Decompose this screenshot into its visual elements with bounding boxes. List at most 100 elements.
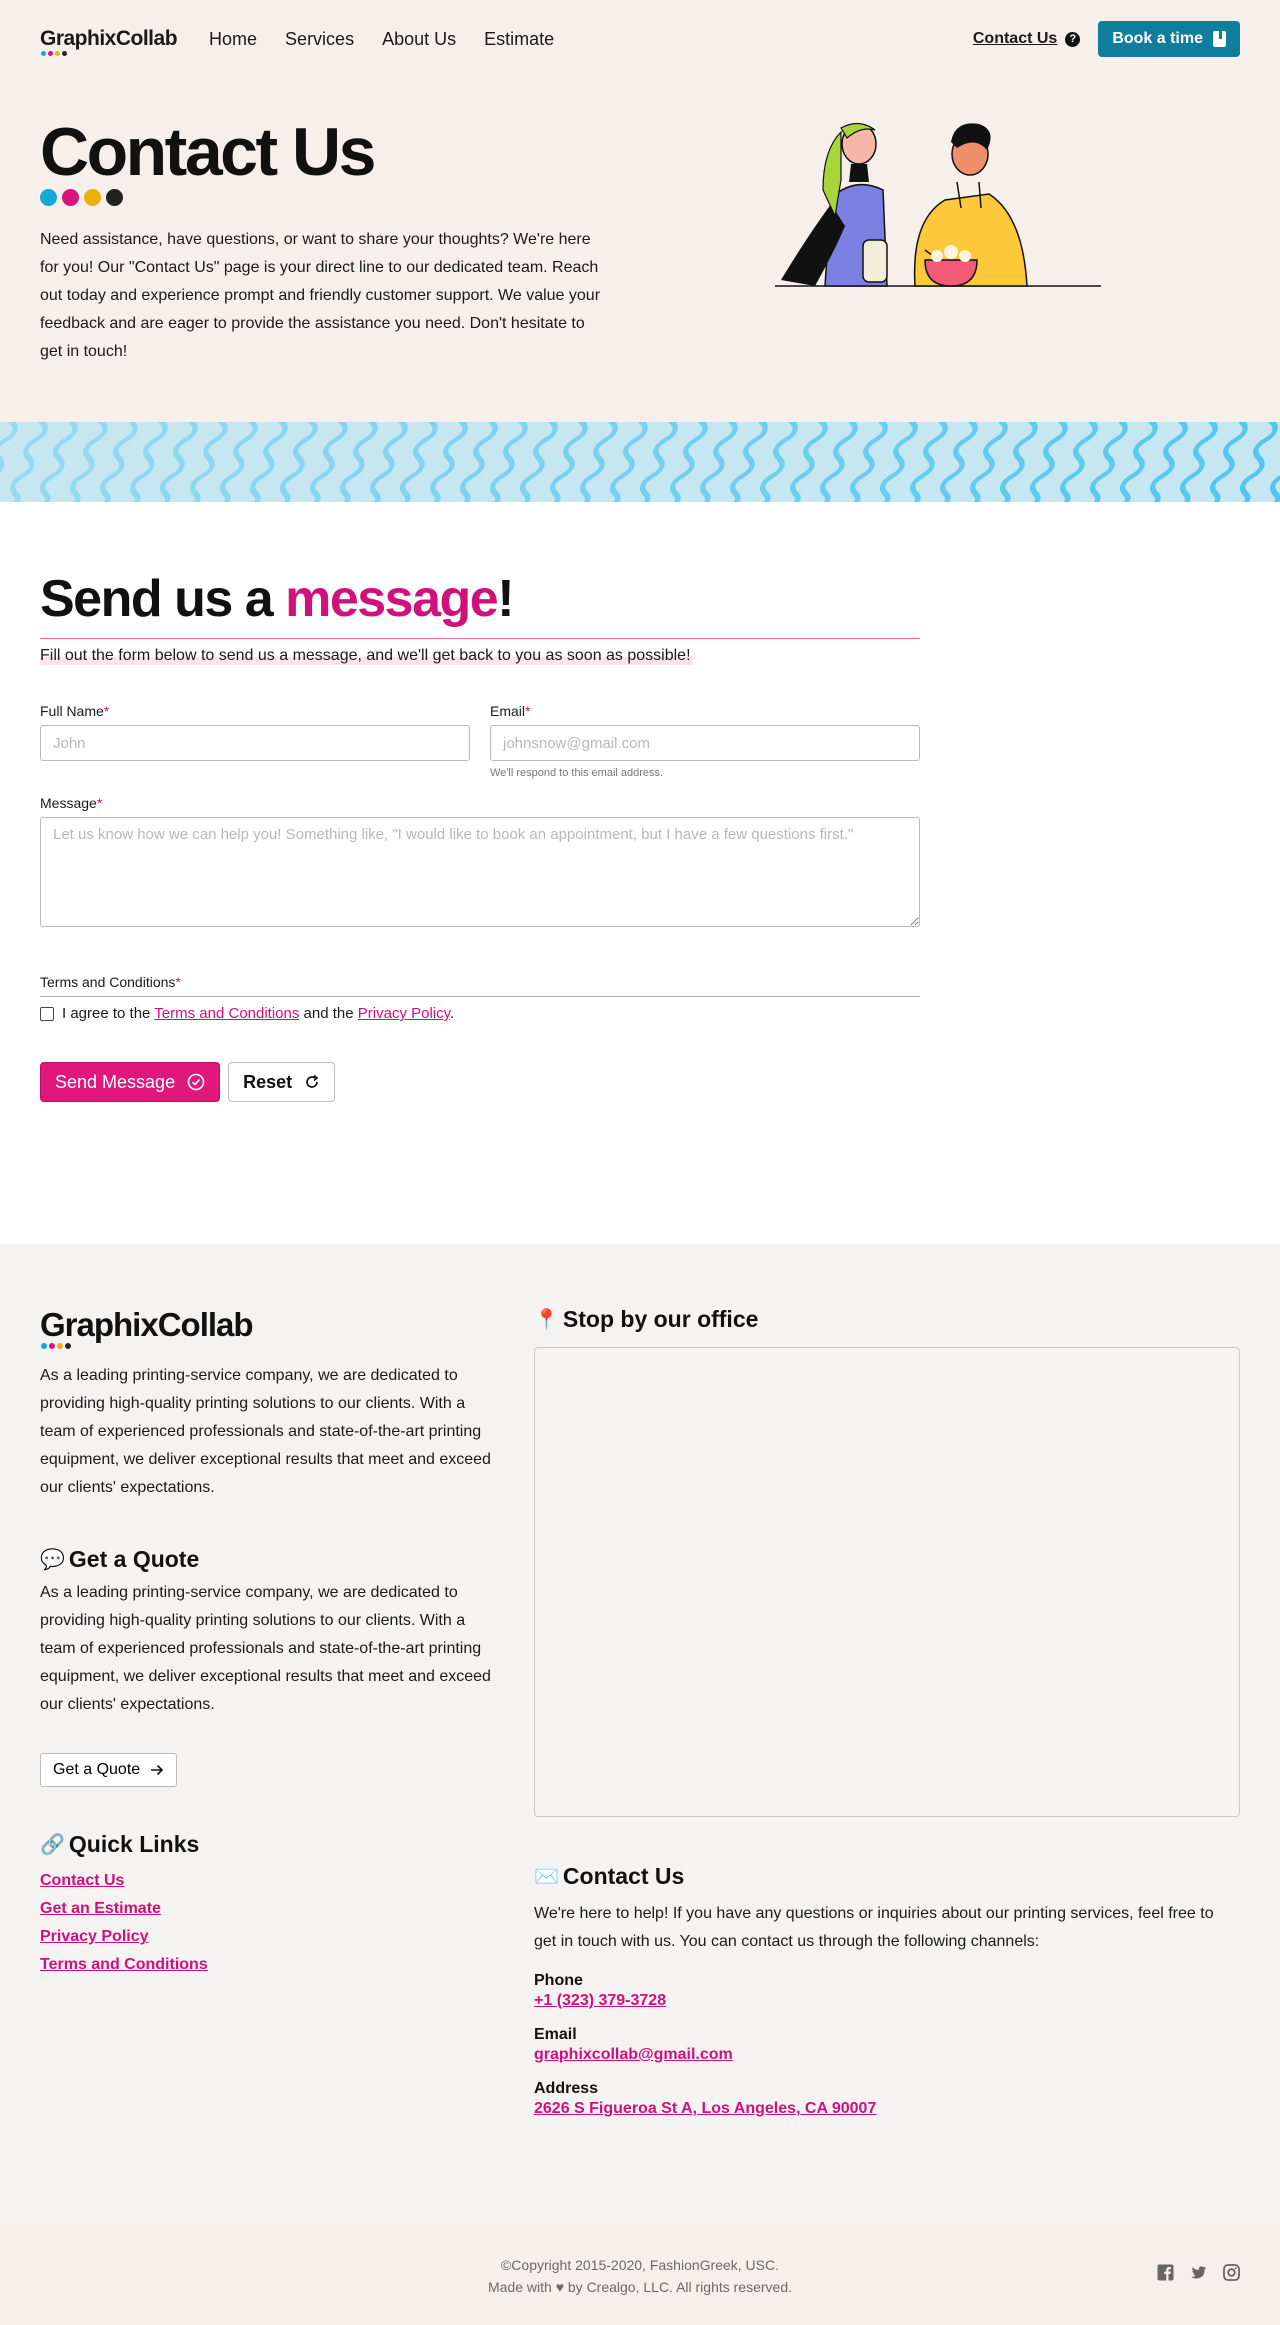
link-icon: 🔗	[40, 1834, 65, 1856]
footer-contact-heading: ✉️ Contact Us	[534, 1863, 685, 1889]
get-a-quote-heading: 💬 Get a Quote	[40, 1546, 200, 1572]
quick-links-heading: 🔗 Quick Links	[40, 1831, 200, 1857]
instagram-icon[interactable]	[1223, 2264, 1240, 2281]
footer-contact-text: We're here to help! If you have any ques…	[534, 1905, 1214, 1950]
quote-text: As a leading printing-service company, w…	[40, 1584, 491, 1713]
form-subtitle: Fill out the form below to send us a mes…	[40, 647, 693, 665]
email-input[interactable]	[490, 725, 920, 761]
brand-logo[interactable]: GraphixCollab	[40, 27, 178, 56]
nav-link-home[interactable]: Home	[209, 29, 257, 50]
page-title: Contact Us	[40, 114, 376, 190]
hero-left: Contact Us Need assistance, have questio…	[40, 78, 610, 366]
hero-description: Need assistance, have questions, or want…	[40, 231, 601, 360]
logo-dots	[41, 51, 67, 56]
facebook-icon[interactable]	[1157, 2264, 1174, 2281]
footer-about-text: As a leading printing-service company, w…	[40, 1367, 491, 1496]
quote-button-label: Get a Quote	[53, 1761, 141, 1778]
phone-item: Phone +1 (323) 379-3728	[534, 1972, 1240, 2010]
book-a-time-button[interactable]: Book a time	[1098, 21, 1240, 57]
get-a-quote-button[interactable]: Get a Quote	[40, 1753, 178, 1787]
list-item: Contact Us	[40, 1872, 500, 1890]
privacy-link[interactable]: Privacy Policy	[358, 1005, 450, 1022]
terms-agree-row: I agree to the Terms and Conditions and …	[40, 1005, 920, 1022]
terms-link[interactable]: Terms and Conditions	[154, 1005, 299, 1022]
brand-name: GraphixCollab	[40, 27, 178, 50]
send-button-label: Send Message	[55, 1071, 176, 1092]
refresh-icon	[306, 1074, 319, 1088]
footer-left: GraphixCollab As a leading printing-serv…	[40, 1306, 500, 2222]
map-pin-icon: 📍	[534, 1309, 559, 1331]
terms-label: Terms and Conditions*	[40, 974, 181, 990]
hero-content: Contact Us Need assistance, have questio…	[0, 78, 1280, 366]
social-links	[1157, 2264, 1240, 2281]
arrow-right-icon	[151, 1764, 164, 1776]
footer: GraphixCollab As a leading printing-serv…	[0, 1244, 1280, 2222]
address-item: Address 2626 S Figueroa St A, Los Angele…	[534, 2080, 1240, 2118]
check-circle-icon	[187, 1073, 205, 1091]
nav-contact-link[interactable]: Contact Us ?	[972, 30, 1081, 48]
office-map[interactable]	[534, 1347, 1240, 1817]
top-nav: GraphixCollab Home Services About Us Est…	[0, 0, 1280, 78]
nav-link-services[interactable]: Services	[285, 29, 354, 50]
full-name-input[interactable]	[40, 725, 470, 761]
name-email-row: Full Name* Email* We'll respond to this …	[40, 703, 920, 779]
bottom-bar: ©Copyright 2015-2020, FashionGreek, USC.…	[0, 2222, 1280, 2325]
terms-group: Terms and Conditions* I agree to the Ter…	[40, 974, 920, 1022]
contact-form-section: Send us a message! Fill out the form bel…	[0, 502, 1280, 1244]
quick-link-contact[interactable]: Contact Us	[40, 1872, 124, 1889]
people-illustration	[775, 122, 1101, 287]
help-icon: ?	[1065, 31, 1081, 47]
twitter-icon[interactable]	[1190, 2264, 1207, 2281]
address-link[interactable]: 2626 S Figueroa St A, Los Angeles, CA 90…	[534, 2100, 1240, 2118]
book-button-label: Book a time	[1112, 30, 1203, 47]
quick-link-estimate[interactable]: Get an Estimate	[40, 1900, 161, 1917]
phone-label: Phone	[534, 1972, 583, 1989]
quick-links-list: Contact Us Get an Estimate Privacy Polic…	[40, 1872, 500, 1974]
form-heading-part: Send us a	[40, 570, 286, 628]
full-name-group: Full Name*	[40, 703, 470, 779]
message-textarea[interactable]	[40, 817, 920, 927]
reset-button-label: Reset	[243, 1071, 293, 1092]
list-item: Terms and Conditions	[40, 1956, 500, 1974]
quick-link-privacy[interactable]: Privacy Policy	[40, 1928, 149, 1945]
form-heading-accent: message	[285, 570, 499, 628]
form-buttons: Send Message Reset	[40, 1062, 1240, 1102]
nav-contact-label: Contact Us	[972, 30, 1058, 47]
hero-dots	[40, 189, 610, 206]
hero-section: GraphixCollab Home Services About Us Est…	[0, 0, 1280, 422]
message-group: Message*	[40, 795, 920, 932]
phone-link[interactable]: +1 (323) 379-3728	[534, 1992, 1240, 2010]
made-with-text: Made with ♥ by Crealgo, LLC. All rights …	[487, 2279, 792, 2295]
reset-button[interactable]: Reset	[228, 1062, 336, 1102]
email-link[interactable]: graphixcollab@gmail.com	[534, 2046, 1240, 2064]
address-label: Address	[534, 2080, 599, 2097]
form-heading: Send us a message!	[40, 568, 1240, 630]
nav-right: Contact Us ? Book a time	[973, 21, 1240, 57]
copyright-text: ©Copyright 2015-2020, FashionGreek, USC.	[500, 2257, 779, 2273]
speech-bubble-icon: 💬	[40, 1549, 65, 1571]
logo-dots	[41, 1343, 71, 1349]
envelope-icon: ✉️	[534, 1866, 559, 1888]
list-item: Get an Estimate	[40, 1900, 500, 1918]
quick-link-terms[interactable]: Terms and Conditions	[40, 1956, 208, 1973]
bookmark-icon	[1213, 31, 1226, 47]
email-item: Email graphixcollab@gmail.com	[534, 2026, 1240, 2064]
nav-link-about[interactable]: About Us	[382, 29, 456, 50]
email-hint: We'll respond to this email address.	[490, 767, 664, 779]
message-label: Message*	[40, 795, 103, 811]
email-group: Email* We'll respond to this email addre…	[490, 703, 920, 779]
footer-brand-name: GraphixCollab	[40, 1306, 254, 1343]
full-name-label: Full Name*	[40, 703, 110, 719]
email-label: Email*	[490, 703, 531, 719]
footer-right: 📍 Stop by our office ✉️ Contact Us We're…	[534, 1306, 1240, 2222]
email-label: Email	[534, 2026, 577, 2043]
list-item: Privacy Policy	[40, 1928, 500, 1946]
terms-checkbox[interactable]	[40, 1006, 54, 1021]
office-heading: 📍 Stop by our office	[534, 1306, 759, 1332]
footer-logo: GraphixCollab	[40, 1306, 500, 1350]
nav-link-estimate[interactable]: Estimate	[484, 29, 554, 50]
wave-pattern-banner	[0, 422, 1280, 502]
send-message-button[interactable]: Send Message	[40, 1062, 221, 1102]
nav-links: Home Services About Us Estimate	[209, 29, 554, 50]
divider	[40, 996, 920, 997]
